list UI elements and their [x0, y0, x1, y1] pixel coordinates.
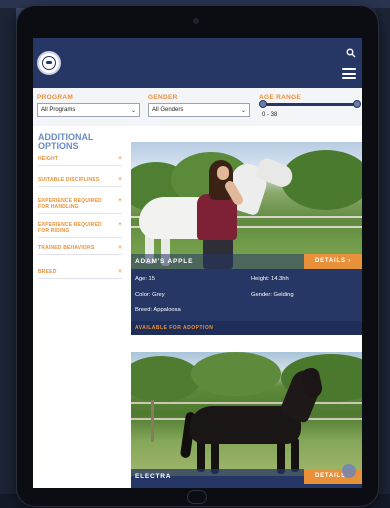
sidebar-item-label: EXPERIENCE REQUIRED FOR RIDING — [38, 222, 102, 234]
sidebar-item-trained-behaviors[interactable]: TRAINED BEHAVIORS + — [38, 245, 122, 255]
gender-filter-label: GENDER — [148, 94, 178, 101]
site-header — [33, 38, 362, 88]
plus-icon: + — [118, 245, 122, 251]
card-name-bar: ELECTRA DETAILS › — [131, 469, 362, 484]
card-name-bar: ADAM'S APPLE DETAILS › — [131, 254, 362, 269]
sidebar-item-handling[interactable]: EXPERIENCE REQUIRED FOR HANDLING + — [38, 198, 122, 214]
program-select[interactable]: All Programs ⌄ — [37, 103, 140, 117]
horse-gender: Gender: Gelding — [251, 292, 294, 298]
adoption-status-bar: AVAILABLE FOR ADOPTION — [131, 321, 362, 335]
sidebar-item-riding[interactable]: EXPERIENCE REQUIRED FOR RIDING + — [38, 222, 122, 238]
sidebar-item-label: SUITABLE DISCIPLINES — [38, 177, 100, 183]
background-right — [376, 0, 390, 508]
horse-name: ADAM'S APPLE — [135, 258, 194, 265]
chevron-down-icon: ⌄ — [130, 108, 136, 114]
search-icon[interactable] — [346, 48, 356, 58]
sidebar-item-label: EXPERIENCE REQUIRED FOR HANDLING — [38, 198, 102, 210]
tablet-home-button[interactable] — [187, 490, 207, 504]
age-range-min-handle[interactable] — [259, 100, 267, 108]
hamburger-menu-icon[interactable] — [342, 68, 356, 79]
age-range-slider-track[interactable] — [263, 103, 357, 106]
horse-color: Color: Grey — [135, 292, 165, 298]
details-button[interactable]: DETAILS › — [304, 254, 362, 269]
horse-breed: Breed: Appaloosa — [135, 307, 181, 313]
gender-select-value: All Genders — [152, 107, 184, 113]
chat-bubble-icon[interactable] — [342, 464, 356, 478]
sidebar-item-height[interactable]: HEIGHT + — [38, 156, 122, 166]
plus-icon: + — [118, 156, 122, 162]
background-left — [0, 0, 16, 508]
plus-icon: + — [118, 198, 122, 204]
plus-icon: + — [118, 269, 122, 275]
program-select-value: All Programs — [41, 107, 76, 113]
age-range-value: 0 - 38 — [262, 112, 278, 118]
sidebar-item-breed[interactable]: BREED + — [38, 269, 122, 279]
gender-select[interactable]: All Genders ⌄ — [148, 103, 250, 117]
sidebar-item-label: TRAINED BEHAVIORS — [38, 245, 95, 251]
plus-icon: + — [118, 222, 122, 228]
sidebar-title: ADDITIONAL OPTIONS — [38, 132, 94, 151]
logo-seal-icon[interactable] — [37, 51, 61, 75]
tablet-device: PROGRAM All Programs ⌄ GENDER All Gender… — [17, 6, 378, 506]
adoption-status: AVAILABLE FOR ADOPTION — [135, 325, 214, 331]
horse-height: Height: 14.3hh — [251, 276, 289, 282]
age-range-max-handle[interactable] — [353, 100, 361, 108]
tablet-screen: PROGRAM All Programs ⌄ GENDER All Gender… — [33, 38, 362, 488]
tablet-camera — [193, 18, 199, 24]
horse-photo — [131, 352, 362, 476]
horse-card-electra[interactable]: ELECTRA DETAILS › — [131, 352, 362, 488]
plus-icon: + — [118, 177, 122, 183]
sidebar-item-label: HEIGHT — [38, 156, 59, 162]
program-filter-label: PROGRAM — [37, 94, 74, 101]
sidebar-item-label: BREED — [38, 269, 57, 275]
horse-age: Age: 15 — [135, 276, 155, 282]
horse-name: ELECTRA — [135, 473, 172, 480]
chevron-down-icon: ⌄ — [240, 108, 246, 114]
additional-options-sidebar: ADDITIONAL OPTIONS HEIGHT + SUITABLE DIS… — [33, 126, 129, 488]
horse-card-adams-apple[interactable]: ADAM'S APPLE DETAILS › Age: 15 Height: 1… — [131, 142, 362, 335]
horse-photo — [131, 142, 362, 269]
sidebar-item-disciplines[interactable]: SUITABLE DISCIPLINES + — [38, 177, 122, 187]
